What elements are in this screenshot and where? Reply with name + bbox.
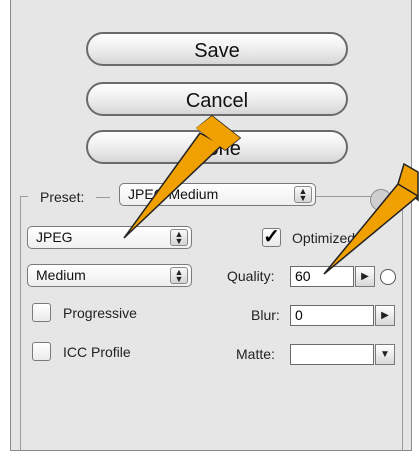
blur-slider-button[interactable]: ▶ (375, 305, 395, 326)
blur-input[interactable]: 0 (290, 305, 374, 326)
chevron-up-down-icon: ▲ ▼ (170, 229, 188, 246)
chevron-up-down-icon: ▲ ▼ (294, 186, 312, 203)
quality-mask-icon[interactable] (380, 269, 396, 285)
preset-select[interactable]: JPEG Medium ▲ ▼ (119, 183, 316, 206)
preset-select-value: JPEG Medium (128, 186, 219, 202)
format-select[interactable]: JPEG ▲ ▼ (27, 226, 192, 249)
compression-quality-value: Medium (36, 267, 86, 283)
matte-dropdown-button[interactable]: ▼ (375, 344, 395, 365)
preset-label: Preset: (40, 189, 85, 205)
icc-profile-checkbox[interactable] (32, 342, 51, 361)
progressive-label: Progressive (63, 305, 137, 321)
preset-divider (96, 197, 110, 198)
quality-label: Quality: (227, 268, 275, 284)
compression-quality-select[interactable]: Medium ▲ ▼ (27, 264, 192, 287)
preset-menu-icon[interactable] (370, 189, 392, 211)
format-select-value: JPEG (36, 229, 73, 245)
done-button[interactable]: Done (86, 130, 348, 164)
quality-slider-button[interactable]: ▶ (355, 266, 375, 287)
blur-label: Blur: (251, 307, 280, 323)
save-button[interactable]: Save (86, 32, 348, 66)
progressive-checkbox[interactable] (32, 303, 51, 322)
optimized-label: Optimized (292, 230, 356, 246)
matte-label: Matte: (236, 346, 275, 362)
chevron-up-down-icon: ▲ ▼ (170, 267, 188, 284)
matte-select[interactable] (290, 344, 374, 365)
quality-input[interactable]: 60 (290, 266, 354, 287)
optimized-checkbox[interactable]: ✓ (262, 227, 281, 247)
icc-profile-label: ICC Profile (63, 344, 131, 360)
cancel-button[interactable]: Cancel (86, 82, 348, 116)
